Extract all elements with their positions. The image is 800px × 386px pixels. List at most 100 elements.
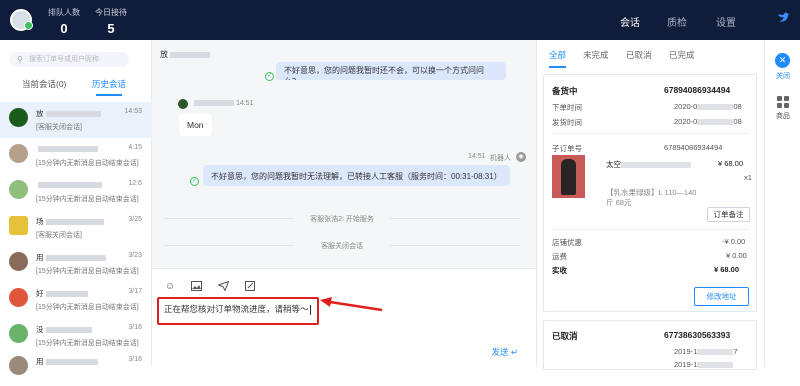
list-item-name: 场 <box>36 216 104 227</box>
right-rail: ✕ 关闭 商品 <box>764 40 800 366</box>
today-value: 5 <box>107 21 115 36</box>
tab-current[interactable]: 当前会话(0) <box>22 78 66 90</box>
tab-finished[interactable]: 已完成 <box>669 49 695 61</box>
list-item[interactable]: 没 3/16 [15分钟内无新消息自动结束会话] <box>0 318 152 354</box>
avatar <box>9 252 28 271</box>
search-input[interactable]: ⚲ 搜索订单号或用户昵称 <box>9 52 129 67</box>
annotation-arrow <box>320 297 383 312</box>
bot-label: 机器人 <box>490 155 511 162</box>
order-number: 67894086934494 <box>664 85 731 95</box>
list-item-time: 3/16 <box>128 324 142 331</box>
avatar <box>9 180 28 199</box>
queue-label: 排队人数 <box>48 8 80 17</box>
list-item-name <box>36 144 98 153</box>
top-bar: 排队人数 0 今日接待 5 会话 质检 设置 <box>0 0 800 42</box>
robot-icon: ◉ <box>516 152 526 162</box>
list-item-msg: [15分钟内无新消息自动结束会话] <box>36 196 139 203</box>
tab-unfinished[interactable]: 未完成 <box>583 49 609 61</box>
order-status: 已取消 <box>552 331 578 341</box>
divider <box>552 229 750 230</box>
list-item[interactable]: 放 14:53 [客服关闭会话] <box>0 102 152 138</box>
chat-title: 放 <box>160 49 210 60</box>
avatar <box>9 108 28 127</box>
list-item-time: 14:53 <box>124 108 142 115</box>
read-check-icon: ✓ <box>265 72 274 81</box>
list-item[interactable]: 12:6 [15分钟内无新消息自动结束会话] <box>0 174 152 210</box>
emoji-icon[interactable]: ☺ <box>165 281 175 292</box>
avatar <box>9 288 28 307</box>
today-label: 今日接待 <box>95 8 127 17</box>
avatar <box>9 324 28 343</box>
ship-time: 2019-1 <box>674 360 734 369</box>
product-name[interactable]: 太空 <box>606 159 691 170</box>
queue-value: 0 <box>60 21 68 36</box>
paid-value: ¥ 68.00 <box>714 265 740 274</box>
list-item-time: 12:6 <box>128 180 142 187</box>
bird-icon[interactable] <box>777 12 790 26</box>
user-avatar <box>178 99 188 109</box>
search-icon: ⚲ <box>17 55 23 64</box>
session-tabs: 当前会话(0) 历史会话 <box>0 76 152 96</box>
modify-address-button[interactable]: 修改地址 <box>694 287 749 306</box>
list-item[interactable]: 用 3/16 <box>0 350 152 386</box>
list-item-name: 用 <box>36 252 106 263</box>
tab-cancelled[interactable]: 已取消 <box>626 49 652 61</box>
order-status: 备货中 <box>552 86 578 96</box>
queue-stat: 排队人数 0 <box>48 7 80 36</box>
list-item-msg: [15分钟内无新消息自动结束会话] <box>36 160 139 167</box>
order-card: 已取消 67738630563393 2019-1 7 2019-1 <box>543 320 757 370</box>
list-item-time: 3/17 <box>128 288 142 295</box>
list-item-msg: [15分钟内无新消息自动结束会话] <box>36 304 139 311</box>
agent-avatar[interactable] <box>10 9 33 31</box>
nav-chat[interactable]: 会话 <box>620 14 640 42</box>
product-spec-2: 斤 68元 <box>606 198 632 207</box>
list-item[interactable]: 好 3/17 [15分钟内无新消息自动结束会话] <box>0 282 152 318</box>
sub-order-number: 67894086934494 <box>664 143 723 152</box>
send-button[interactable]: 发送 ↵ <box>492 346 519 358</box>
tab-all[interactable]: 全部 <box>549 49 567 68</box>
edit-icon[interactable] <box>245 281 256 294</box>
system-message: 客服张浩2: 开始服务 <box>164 214 520 224</box>
order-card: 备货中 67894086934494 下单时间 2020-0 08 发货时间 20… <box>543 74 757 312</box>
list-item[interactable]: 用 3/23 [15分钟内无新消息自动结束会话] <box>0 246 152 282</box>
order-panel: 全部 未完成 已取消 已完成 备货中 67894086934494 下单时间 2… <box>536 40 764 370</box>
bot-time: 14:51 <box>468 153 486 160</box>
avatar <box>9 144 28 163</box>
list-item-time: 3/25 <box>128 216 142 223</box>
product-price: ¥ 68.00 <box>718 159 744 168</box>
discount-label: 店铺优惠 <box>552 238 582 247</box>
today-stat: 今日接待 5 <box>94 7 128 36</box>
nav-settings[interactable]: 设置 <box>716 14 736 29</box>
tab-history[interactable]: 历史会话 <box>92 78 126 96</box>
order-time: 2020-0 08 <box>674 102 742 111</box>
list-item[interactable]: 4:15 [15分钟内无新消息自动结束会话] <box>0 138 152 174</box>
list-item-msg: [客服关闭会话] <box>36 124 82 131</box>
list-item-msg: [15分钟内无新消息自动结束会话] <box>36 268 139 275</box>
list-item-time: 4:15 <box>128 144 142 151</box>
nav-qc[interactable]: 质检 <box>667 14 687 29</box>
send-plane-icon[interactable] <box>216 280 230 294</box>
list-item-time: 3/23 <box>128 252 142 259</box>
list-item-time: 3/16 <box>128 356 142 363</box>
list-item[interactable]: 场 3/25 [客服关闭会话] <box>0 210 152 246</box>
ship-time: 2020-0 08 <box>674 117 742 126</box>
goods-label[interactable]: 商品 <box>765 111 800 121</box>
product-image[interactable] <box>552 155 585 198</box>
image-icon[interactable] <box>191 281 202 294</box>
goods-icon[interactable] <box>777 96 789 108</box>
order-remark-button[interactable]: 订单备注 <box>707 207 750 222</box>
shipping-label: 运费 <box>552 252 567 261</box>
read-check-icon: ✓ <box>190 177 199 186</box>
avatar <box>9 216 28 235</box>
bot-message-1: 不好意思，您的问题我暂时还不会，可以换一个方式问问么？ <box>276 62 506 80</box>
close-icon[interactable]: ✕ <box>775 53 790 68</box>
paid-label: 实收 <box>552 266 567 275</box>
order-time: 2019-1 7 <box>674 347 738 356</box>
list-item-name <box>36 180 102 189</box>
shipping-value: ¥ 0.00 <box>726 251 747 260</box>
user-message: Mon <box>179 114 212 136</box>
bot-message-2: 不好意思，您的问题我暂时无法理解，已转接人工客服（服务时间：00:31-08:3… <box>203 165 510 186</box>
highlight-box <box>157 297 319 325</box>
ship-time-label: 发货时间 <box>552 118 582 127</box>
close-label[interactable]: 关闭 <box>765 71 800 81</box>
